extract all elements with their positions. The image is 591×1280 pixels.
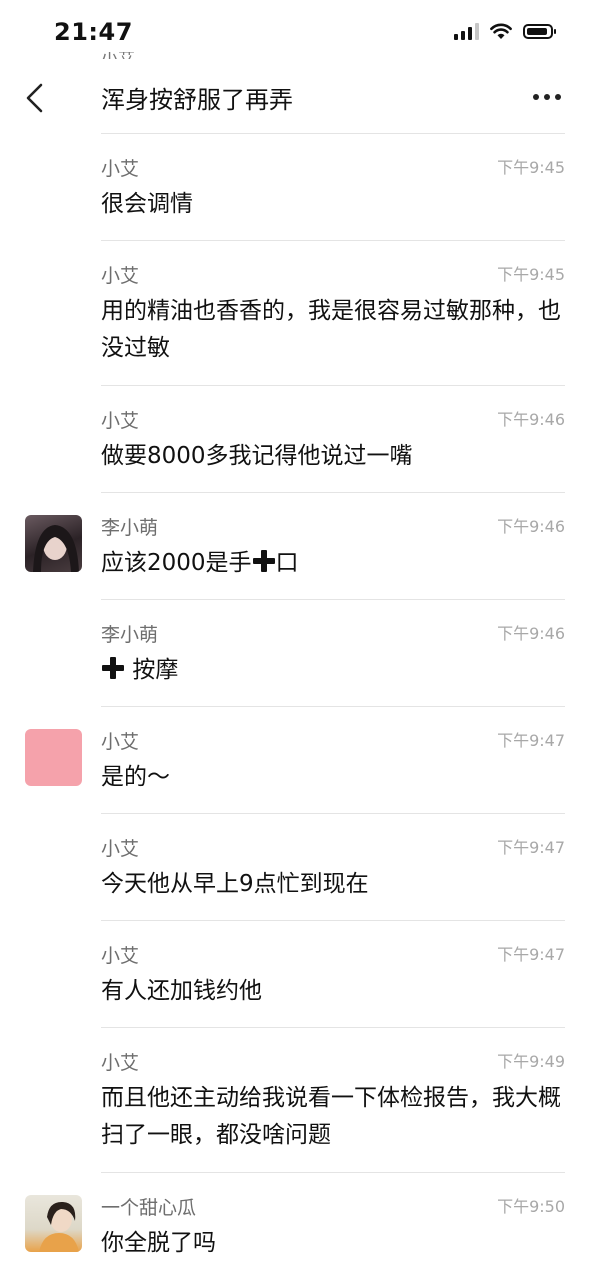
sender-name: 小艾: [101, 410, 140, 432]
sender-name: 小艾: [101, 731, 140, 753]
message-time: 下午9:45: [497, 158, 565, 177]
message-text-part: 应该2000是手: [101, 550, 252, 576]
page-title: 浑身按舒服了再弄: [101, 86, 293, 114]
message-text: 按摩: [101, 652, 565, 689]
sender-name: 小艾: [101, 158, 140, 180]
sender-name: 小艾: [101, 945, 140, 967]
message-text: 今天他从早上9点忙到现在: [101, 871, 369, 897]
message-time: 下午9:46: [497, 517, 565, 536]
sender-name: 小艾: [101, 1052, 140, 1074]
message-time: 下午9:47: [497, 945, 565, 964]
message-item: 小艾 下午9:46 做要8000多我记得他说过一嘴: [101, 386, 565, 493]
message-text-part: 口: [275, 550, 299, 576]
message-item: 小艾 下午9:47 今天他从早上9点忙到现在: [101, 814, 565, 921]
status-icons: [454, 22, 556, 40]
signal-icon: [454, 22, 479, 40]
message-item: 小艾 下午9:49 而且他还主动给我说看一下体检报告，我大概扫了一眼，都没啥问题: [101, 1028, 565, 1173]
message-item: 李小萌 下午9:46 应该2000是手口: [25, 493, 565, 600]
plus-icon: [252, 550, 275, 572]
sender-name: 李小萌: [101, 624, 159, 646]
message-text: 你全脱了吗: [101, 1230, 216, 1256]
message-time: 下午9:49: [497, 1052, 565, 1071]
plus-icon: [102, 657, 124, 679]
sender-name: 李小萌: [101, 517, 159, 539]
message-text: 而且他还主动给我说看一下体检报告，我大概扫了一眼，都没啥问题: [101, 1085, 561, 1148]
message-time: 下午9:45: [497, 265, 565, 284]
message-item: 李小萌 下午9:46 按摩: [101, 600, 565, 707]
chevron-left-icon[interactable]: [18, 78, 54, 118]
status-bar: 21:47: [0, 0, 591, 64]
message-time: 下午9:47: [497, 731, 565, 750]
message-text: 是的～: [101, 764, 170, 790]
message-time: 下午9:46: [497, 410, 565, 429]
battery-icon: [523, 23, 556, 39]
more-dots-icon[interactable]: [533, 94, 561, 100]
message-time: 下午9:50: [497, 1197, 565, 1216]
message-text: 应该2000是手口: [101, 545, 565, 582]
message-text: 很会调情: [101, 191, 193, 217]
sender-name: 小艾: [101, 265, 140, 287]
status-time: 21:47: [54, 18, 133, 46]
message-time: 下午9:47: [497, 838, 565, 857]
previous-sender-partial: 小艾: [101, 52, 135, 59]
message-text: 有人还加钱约他: [101, 978, 262, 1004]
message-item: 一个甜心瓜 下午9:50 你全脱了吗: [25, 1173, 565, 1279]
message-item: 小艾 下午9:45 很会调情: [101, 134, 565, 241]
message-time: 下午9:46: [497, 624, 565, 643]
message-text: 做要8000多我记得他说过一嘴: [101, 443, 413, 469]
message-list: 小艾 下午9:45 很会调情 小艾 下午9:45 用的精油也香香的，我是很容易过…: [0, 134, 591, 1279]
avatar[interactable]: [25, 515, 82, 572]
sender-name: 一个甜心瓜: [101, 1197, 197, 1219]
wifi-icon: [490, 23, 512, 39]
message-text: 用的精油也香香的，我是很容易过敏那种，也没过敏: [101, 298, 561, 361]
message-item: 小艾 下午9:45 用的精油也香香的，我是很容易过敏那种，也没过敏: [101, 241, 565, 386]
message-item: 小艾 下午9:47 有人还加钱约他: [101, 921, 565, 1028]
sender-name: 小艾: [101, 838, 140, 860]
message-text-part: 按摩: [132, 657, 179, 683]
nav-bar: [0, 64, 591, 134]
message-item: 小艾 下午9:47 是的～: [25, 707, 565, 814]
avatar[interactable]: [25, 729, 82, 786]
avatar[interactable]: [25, 1195, 82, 1252]
